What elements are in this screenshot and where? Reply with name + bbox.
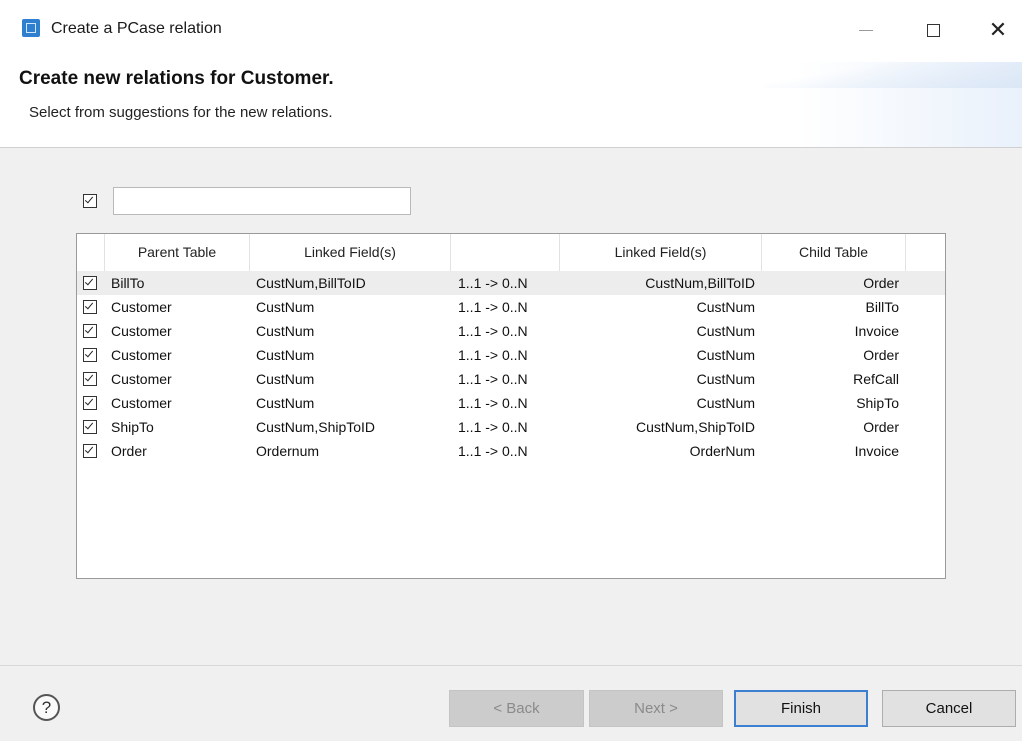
cardinality-cell: 1..1 -> 0..N: [458, 371, 528, 387]
row-checkbox[interactable]: [83, 420, 97, 434]
cardinality-cell: 1..1 -> 0..N: [458, 299, 528, 315]
child-linked-fields-cell: CustNum,BillToID: [645, 275, 755, 291]
row-checkbox[interactable]: [83, 396, 97, 410]
relations-table[interactable]: Parent Table Linked Field(s) Linked Fiel…: [76, 233, 946, 579]
wizard-header: Create new relations for Customer. Selec…: [0, 62, 1022, 148]
minimize-button[interactable]: [846, 12, 886, 48]
child-linked-fields-cell: OrderNum: [689, 443, 755, 459]
cancel-button[interactable]: Cancel: [882, 690, 1016, 727]
help-icon: ?: [41, 698, 52, 717]
back-button[interactable]: < Back: [449, 690, 584, 727]
cardinality-cell: 1..1 -> 0..N: [458, 443, 528, 459]
close-button[interactable]: ✕: [978, 12, 1018, 48]
cardinality-cell: 1..1 -> 0..N: [458, 275, 528, 291]
header-parent-table[interactable]: Parent Table: [105, 234, 250, 271]
child-table-cell: Order: [863, 347, 899, 363]
row-checkbox[interactable]: [83, 324, 97, 338]
row-checkbox[interactable]: [83, 444, 97, 458]
app-icon: [22, 19, 40, 37]
table-row[interactable]: Customer CustNum 1..1 -> 0..N CustNum Sh…: [77, 391, 945, 415]
child-linked-fields-cell: CustNum: [696, 347, 755, 363]
parent-linked-fields-cell: CustNum,ShipToID: [256, 419, 376, 435]
filter-input[interactable]: [113, 187, 411, 215]
select-all-checkbox[interactable]: [83, 194, 97, 208]
header-cardinality[interactable]: [451, 234, 560, 271]
table-row[interactable]: Customer CustNum 1..1 -> 0..N CustNum In…: [77, 319, 945, 343]
parent-linked-fields-cell: CustNum: [256, 371, 315, 387]
maximize-button[interactable]: [913, 12, 953, 48]
window-title: Create a PCase relation: [51, 20, 222, 37]
child-table-cell: ShipTo: [856, 395, 899, 411]
parent-table-cell: Customer: [111, 299, 172, 315]
parent-linked-fields-cell: CustNum: [256, 323, 315, 339]
cardinality-cell: 1..1 -> 0..N: [458, 419, 528, 435]
child-table-cell: Order: [863, 419, 899, 435]
header-child-table[interactable]: Child Table: [762, 234, 906, 271]
row-checkbox[interactable]: [83, 276, 97, 290]
title-bar: Create a PCase relation ✕: [0, 0, 1022, 62]
parent-table-cell: BillTo: [111, 275, 145, 291]
parent-table-cell: Customer: [111, 395, 172, 411]
header-linked-fields-parent[interactable]: Linked Field(s): [250, 234, 451, 271]
table-header: Parent Table Linked Field(s) Linked Fiel…: [77, 234, 945, 272]
child-table-cell: Order: [863, 275, 899, 291]
child-linked-fields-cell: CustNum: [696, 299, 755, 315]
close-icon: ✕: [988, 17, 1008, 42]
parent-linked-fields-cell: CustNum: [256, 395, 315, 411]
cardinality-cell: 1..1 -> 0..N: [458, 395, 528, 411]
child-table-cell: RefCall: [853, 371, 899, 387]
child-linked-fields-cell: CustNum: [696, 395, 755, 411]
table-row[interactable]: Customer CustNum 1..1 -> 0..N CustNum Bi…: [77, 295, 945, 319]
table-row[interactable]: BillTo CustNum,BillToID 1..1 -> 0..N Cus…: [77, 271, 945, 295]
child-linked-fields-cell: CustNum: [696, 371, 755, 387]
maximize-icon: [926, 23, 940, 37]
help-button[interactable]: ?: [33, 694, 60, 721]
parent-linked-fields-cell: CustNum: [256, 299, 315, 315]
row-checkbox[interactable]: [83, 300, 97, 314]
next-button[interactable]: Next >: [589, 690, 723, 727]
child-linked-fields-cell: CustNum: [696, 323, 755, 339]
table-row[interactable]: Order Ordernum 1..1 -> 0..N OrderNum Inv…: [77, 439, 945, 463]
table-row[interactable]: Customer CustNum 1..1 -> 0..N CustNum Re…: [77, 367, 945, 391]
child-linked-fields-cell: CustNum,ShipToID: [635, 419, 755, 435]
header-linked-fields-child[interactable]: Linked Field(s): [560, 234, 762, 271]
footer-divider: [0, 665, 1022, 666]
header-divider: [0, 147, 1022, 148]
parent-linked-fields-cell: CustNum: [256, 347, 315, 363]
minimize-icon: [859, 29, 873, 31]
page-title: Create new relations for Customer.: [19, 68, 334, 89]
parent-table-cell: Customer: [111, 323, 172, 339]
cardinality-cell: 1..1 -> 0..N: [458, 323, 528, 339]
finish-button[interactable]: Finish: [734, 690, 868, 727]
cardinality-cell: 1..1 -> 0..N: [458, 347, 528, 363]
child-table-cell: Invoice: [854, 323, 899, 339]
parent-table-cell: Order: [111, 443, 147, 459]
header-banner: [762, 62, 1022, 88]
parent-table-cell: Customer: [111, 347, 172, 363]
parent-table-cell: Customer: [111, 371, 172, 387]
table-row[interactable]: Customer CustNum 1..1 -> 0..N CustNum Or…: [77, 343, 945, 367]
parent-linked-fields-cell: CustNum,BillToID: [256, 275, 366, 291]
page-description: Select from suggestions for the new rela…: [29, 104, 333, 121]
parent-table-cell: ShipTo: [111, 419, 154, 435]
row-checkbox[interactable]: [83, 348, 97, 362]
header-checkbox-column: [77, 234, 105, 271]
child-table-cell: BillTo: [865, 299, 899, 315]
table-row[interactable]: ShipTo CustNum,ShipToID 1..1 -> 0..N Cus…: [77, 415, 945, 439]
parent-linked-fields-cell: Ordernum: [256, 443, 320, 459]
row-checkbox[interactable]: [83, 372, 97, 386]
child-table-cell: Invoice: [854, 443, 899, 459]
